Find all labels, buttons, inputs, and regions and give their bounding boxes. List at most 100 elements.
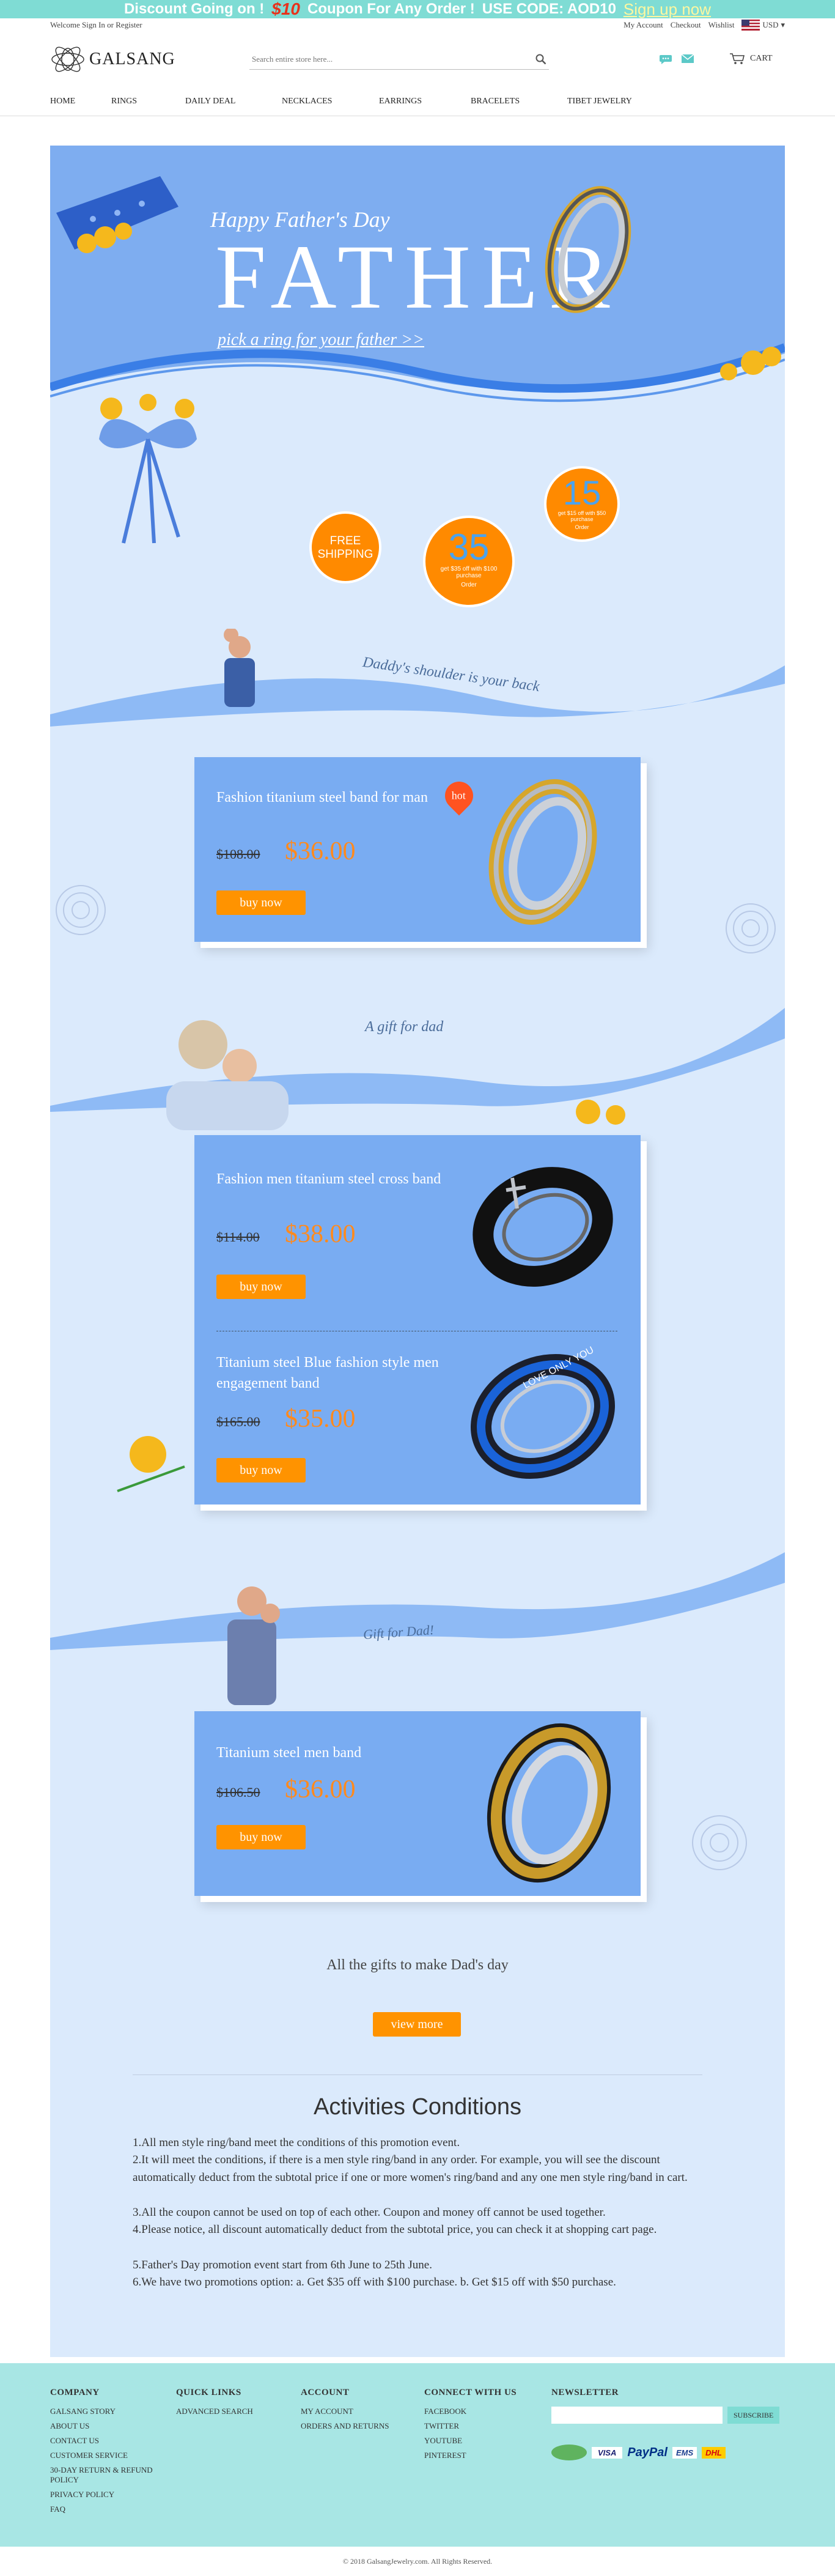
footer-link[interactable]: FACEBOOK bbox=[424, 2407, 517, 2416]
coupon-15-desc: get $15 off with $50 purchase bbox=[557, 510, 606, 522]
free-shipping-tag: FREE SHIPPING bbox=[309, 511, 381, 583]
footer-link[interactable]: 30-DAY RETURN & REFUND POLICY bbox=[50, 2465, 160, 2485]
sale-price: $36.00 bbox=[285, 837, 356, 865]
flower-decoration-2 bbox=[117, 1436, 185, 1492]
product-title[interactable]: Titanium steel Blue fashion style men en… bbox=[216, 1353, 449, 1394]
cart-label: CART bbox=[750, 54, 773, 63]
hot-badge-label: hot bbox=[452, 789, 466, 802]
product-title[interactable]: Titanium steel men band bbox=[216, 1743, 436, 1764]
rose-outline-decoration bbox=[726, 903, 776, 953]
chat-icon[interactable] bbox=[659, 54, 672, 65]
subscribe-button[interactable]: SUBSCRIBE bbox=[727, 2407, 780, 2424]
product-title[interactable]: Fashion men titanium steel cross band bbox=[216, 1169, 449, 1190]
search-icon[interactable] bbox=[535, 54, 546, 65]
coupon-35-tag: 35 get $35 off with $100 purchase Order bbox=[423, 516, 515, 607]
father-son-image-1 bbox=[224, 629, 255, 707]
footer-link[interactable]: ORDERS AND RETURNS bbox=[301, 2421, 389, 2431]
coupon-35-value: 35 bbox=[448, 527, 490, 568]
footer-heading: CONNECT WITH US bbox=[424, 2388, 517, 2397]
product-ring-image[interactable] bbox=[476, 772, 610, 931]
product-card-2: Fashion men titanium steel cross band $1… bbox=[194, 1135, 641, 1505]
footer-link[interactable]: YOUTUBE bbox=[424, 2436, 517, 2446]
hero-link[interactable]: pick a ring for your father >> bbox=[218, 330, 424, 350]
footer-account: ACCOUNT MY ACCOUNT ORDERS AND RETURNS bbox=[301, 2388, 389, 2436]
old-price: $108.00 bbox=[216, 846, 260, 862]
signin-link[interactable]: Sign In or Register bbox=[82, 20, 142, 29]
footer-connect: CONNECT WITH US FACEBOOK TWITTER YOUTUBE… bbox=[424, 2388, 517, 2465]
nav-earrings[interactable]: EARRINGS bbox=[379, 97, 471, 106]
newsletter-email-input[interactable] bbox=[551, 2407, 723, 2424]
logo-text: GALSANG bbox=[89, 50, 175, 68]
footer-heading: NEWSLETTER bbox=[551, 2388, 619, 2397]
hero-ring-image bbox=[545, 186, 631, 313]
footer-link[interactable]: PINTEREST bbox=[424, 2451, 517, 2460]
nav-home[interactable]: HOME bbox=[50, 97, 111, 106]
old-price: $114.00 bbox=[216, 1229, 260, 1245]
section-label-2: A gift for dad bbox=[365, 1019, 444, 1035]
father-child-image-2 bbox=[227, 1586, 280, 1705]
footer-link[interactable]: TWITTER bbox=[424, 2421, 517, 2431]
promo-amount: $10 bbox=[271, 0, 300, 18]
site-header: GALSANG CART bbox=[0, 32, 835, 87]
shipping-label: SHIPPING bbox=[317, 548, 373, 561]
view-more-button[interactable]: view more bbox=[373, 2012, 461, 2037]
product-ring-image[interactable] bbox=[469, 1717, 628, 1889]
father-daughter-image bbox=[166, 1020, 289, 1130]
copyright: © 2018 GalsangJewelry.com. All Rights Re… bbox=[342, 2556, 493, 2566]
footer-company: COMPANY GALSANG STORY ABOUT US CONTACT U… bbox=[50, 2388, 160, 2519]
old-price: $106.50 bbox=[216, 1785, 260, 1800]
condition-item: 6.We have two promotions option: a. Get … bbox=[133, 2276, 616, 2289]
old-price: $165.00 bbox=[216, 1414, 260, 1429]
footer-newsletter: NEWSLETTER SUBSCRIBE VISA PayPal EMS DHL bbox=[551, 2388, 786, 2465]
footer-link[interactable]: ADVANCED SEARCH bbox=[176, 2407, 253, 2416]
footer-heading: QUICK LINKS bbox=[176, 2388, 241, 2397]
ribbon-1 bbox=[50, 665, 785, 727]
footer-heading: COMPANY bbox=[50, 2388, 100, 2397]
condition-item: 3.All the coupon cannot be used on top o… bbox=[133, 2206, 606, 2219]
buy-now-button[interactable]: buy now bbox=[216, 890, 306, 915]
product-card-1: Fashion titanium steel band for man $108… bbox=[194, 757, 641, 942]
nav-rings[interactable]: RINGS bbox=[111, 97, 185, 106]
nav-daily-deal[interactable]: DAILY DEAL bbox=[185, 97, 282, 106]
welcome-text: Welcome bbox=[50, 20, 80, 29]
checkout-link[interactable]: Checkout bbox=[671, 20, 701, 30]
product-title[interactable]: Fashion titanium steel band for man bbox=[216, 788, 436, 809]
footer-link[interactable]: CUSTOMER SERVICE bbox=[50, 2451, 160, 2460]
footer-link[interactable]: ABOUT US bbox=[50, 2421, 160, 2431]
site-logo[interactable]: GALSANG bbox=[50, 46, 175, 73]
promo-banner[interactable]: Discount Going on ! $10 Coupon For Any O… bbox=[0, 0, 835, 18]
footer-link[interactable]: MY ACCOUNT bbox=[301, 2407, 389, 2416]
product-ring-image[interactable] bbox=[463, 1349, 622, 1484]
footer-link[interactable]: FAQ bbox=[50, 2504, 160, 2514]
sale-price: $38.00 bbox=[285, 1220, 356, 1248]
coupon-15-tag: 15 get $15 off with $50 purchase Order bbox=[544, 466, 620, 542]
site-footer: COMPANY GALSANG STORY ABOUT US CONTACT U… bbox=[0, 2363, 835, 2547]
wishlist-link[interactable]: Wishlist bbox=[708, 20, 735, 30]
footer-quick-links: QUICK LINKS ADVANCED SEARCH bbox=[176, 2388, 253, 2421]
product-ring-image[interactable] bbox=[469, 1160, 616, 1294]
nav-bracelets[interactable]: BRACELETS bbox=[471, 97, 567, 106]
paypal-logo: PayPal bbox=[627, 2445, 668, 2459]
cart-button[interactable]: CART bbox=[729, 53, 773, 65]
footer-link[interactable]: GALSANG STORY bbox=[50, 2407, 160, 2416]
promo-text-1: Discount Going on ! bbox=[123, 1, 265, 17]
my-account-link[interactable]: My Account bbox=[623, 20, 663, 30]
buy-now-button[interactable]: buy now bbox=[216, 1825, 306, 1849]
condition-item: 2.It will meet the conditions, if there … bbox=[133, 2153, 688, 2184]
ssl-secure-icon bbox=[551, 2445, 587, 2460]
buy-now-button[interactable]: buy now bbox=[216, 1458, 306, 1482]
hero-banner: Happy Father's Day FATHER pick a ring fo… bbox=[50, 146, 785, 415]
nav-tibet-jewelry[interactable]: TIBET JEWELRY bbox=[567, 97, 632, 106]
search-input[interactable] bbox=[252, 54, 496, 64]
mail-icon[interactable] bbox=[681, 54, 694, 64]
dhl-logo: DHL bbox=[702, 2446, 726, 2459]
currency-selector[interactable]: USD ▾ bbox=[741, 20, 785, 31]
payment-logos: VISA PayPal EMS DHL bbox=[551, 2445, 786, 2460]
signup-link[interactable]: Sign up now bbox=[623, 0, 711, 19]
rose-outline-decoration bbox=[692, 1815, 747, 1870]
promo-text-2: Coupon For Any Order ! bbox=[307, 1, 475, 17]
footer-link[interactable]: CONTACT US bbox=[50, 2436, 160, 2446]
buy-now-button[interactable]: buy now bbox=[216, 1275, 306, 1299]
footer-link[interactable]: PRIVACY POLICY bbox=[50, 2490, 160, 2500]
nav-necklaces[interactable]: NECKLACES bbox=[282, 97, 379, 106]
